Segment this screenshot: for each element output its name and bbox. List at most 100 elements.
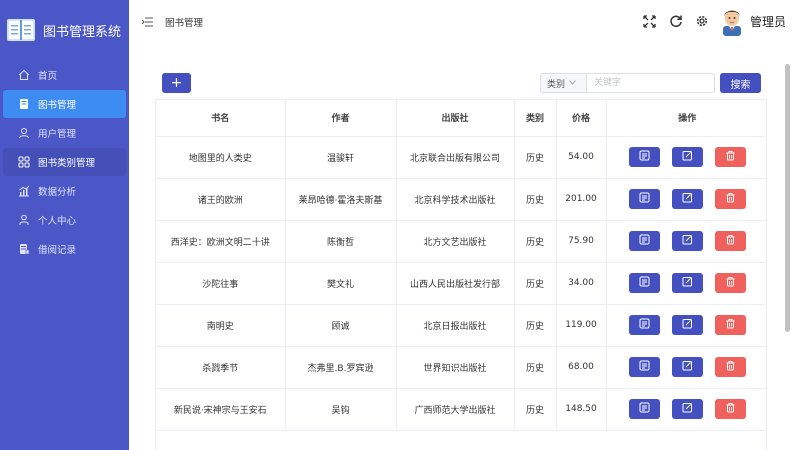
document-icon [639, 276, 650, 290]
cell-price: 201.00 [556, 178, 607, 221]
column-header-price: 价格 [556, 100, 607, 137]
cell-category: 历史 [514, 388, 557, 431]
column-header-category: 类别 [514, 100, 557, 137]
view-detail-button[interactable] [628, 399, 660, 419]
chart-icon [17, 185, 30, 198]
add-book-button[interactable]: + [162, 73, 191, 93]
view-detail-button[interactable] [628, 231, 660, 251]
table-row: 新民说·宋神宗与王安石 吴钩 广西师范大学出版社 历史 148.50 [156, 388, 766, 431]
view-detail-button[interactable] [628, 315, 660, 335]
cell-author: 温骏轩 [285, 136, 397, 179]
view-detail-button[interactable] [628, 357, 660, 377]
table-row: 西洋史：欧洲文明二十讲 陈衡哲 北方文艺出版社 历史 75.90 [156, 220, 767, 263]
delete-button[interactable] [714, 147, 746, 167]
cell-price: 75.90 [556, 220, 607, 263]
cell-publisher: 北京联合出版有限公司 [396, 136, 515, 179]
delete-button[interactable] [714, 399, 746, 419]
sidebar-item-user-management[interactable]: 用户管理 [3, 119, 126, 147]
edit-icon [682, 192, 693, 206]
cell-author: 陈衡哲 [285, 220, 397, 263]
sidebar-item-profile[interactable]: 个人中心 [3, 206, 126, 234]
search-button[interactable]: 搜索 [720, 73, 761, 93]
cell-publisher: 北京科学技术出版社 [396, 178, 515, 221]
home-icon [17, 69, 30, 82]
scrollbar-thumb[interactable] [785, 64, 790, 332]
sidebar: 图书管理系统 首页 图书管理 用户管理 图书类别管理 数据分析 个人中心 借阅记… [0, 0, 129, 450]
book-logo-icon [7, 17, 35, 43]
sidebar-item-label: 用户管理 [38, 129, 77, 140]
cell-actions [606, 388, 766, 431]
sidebar-item-label: 首页 [38, 71, 58, 82]
user-name[interactable]: 管理员 [750, 13, 786, 30]
edit-button[interactable] [671, 357, 703, 377]
sidebar-item-borrow-records[interactable]: 借阅记录 [3, 235, 126, 263]
row-actions [607, 231, 767, 251]
sidebar-item-book-management[interactable]: 图书管理 [3, 90, 126, 118]
cell-actions [606, 346, 767, 389]
avatar[interactable] [720, 6, 744, 36]
table-row: 沙陀往事 樊文礼 山西人民出版社发行部 历史 34.00 [156, 262, 766, 305]
edit-button[interactable] [671, 399, 703, 419]
menu-collapse-icon[interactable] [141, 16, 153, 28]
edit-button[interactable] [671, 231, 703, 251]
edit-icon [682, 234, 693, 248]
cell-publisher: 北方文艺出版社 [396, 220, 515, 263]
sidebar-item-label: 借阅记录 [38, 245, 77, 256]
view-detail-button[interactable] [628, 189, 660, 209]
view-detail-button[interactable] [628, 273, 660, 293]
cell-actions [606, 178, 767, 221]
cell-author: 樊文礼 [285, 262, 397, 305]
edit-icon [682, 150, 693, 164]
brand: 图书管理系统 [0, 0, 129, 60]
column-header-title: 书名 [156, 100, 286, 137]
cell-title: 地图里的人类史 [156, 136, 286, 179]
sidebar-item-category-management[interactable]: 图书类别管理 [3, 148, 126, 176]
fullscreen-icon[interactable] [642, 13, 658, 29]
cell-publisher: 北京日报出版社 [396, 304, 515, 347]
keyword-input[interactable] [586, 73, 715, 93]
sidebar-item-label: 图书类别管理 [38, 158, 96, 169]
cell-title: 西洋史：欧洲文明二十讲 [156, 220, 286, 263]
trash-icon [725, 150, 736, 164]
cell-title: 杀戮季节 [156, 346, 286, 389]
delete-button[interactable] [714, 231, 746, 251]
document-icon [639, 234, 650, 248]
book-icon [17, 98, 30, 111]
sidebar-item-label: 个人中心 [38, 216, 77, 227]
delete-button[interactable] [714, 273, 746, 293]
category-select[interactable]: 类别 [540, 73, 586, 93]
grid-icon [17, 156, 30, 169]
delete-button[interactable] [714, 357, 746, 377]
user-icon [17, 127, 30, 140]
edit-button[interactable] [671, 315, 703, 335]
refresh-icon[interactable] [668, 13, 684, 29]
settings-icon[interactable] [694, 13, 710, 29]
cell-title: 沙陀往事 [156, 262, 286, 305]
trash-icon [725, 402, 736, 416]
record-icon [17, 243, 30, 256]
header-actions: 管理员 [632, 6, 786, 36]
sidebar-item-label: 数据分析 [38, 187, 77, 198]
delete-button[interactable] [714, 189, 746, 209]
sidebar-item-home[interactable]: 首页 [3, 61, 126, 89]
cell-actions [606, 136, 766, 179]
document-icon [639, 360, 650, 374]
edit-icon [682, 318, 693, 332]
row-actions [607, 357, 767, 377]
edit-button[interactable] [671, 147, 703, 167]
cell-price: 54.00 [556, 136, 607, 179]
cell-price: 68.00 [556, 346, 607, 389]
edit-button[interactable] [671, 189, 703, 209]
cell-category: 历史 [514, 220, 557, 263]
top-header: 图书管理 管理员 [129, 0, 800, 44]
trash-icon [725, 318, 736, 332]
row-actions [607, 189, 767, 209]
cell-actions [606, 262, 766, 305]
cell-category: 历史 [514, 136, 557, 179]
edit-button[interactable] [671, 273, 703, 293]
view-detail-button[interactable] [628, 147, 660, 167]
sidebar-item-data-analysis[interactable]: 数据分析 [3, 177, 126, 205]
cell-price: 34.00 [556, 262, 607, 305]
delete-button[interactable] [714, 315, 746, 335]
table-row: 诸王的欧洲 莱昂哈德·霍洛夫斯基 北京科学技术出版社 历史 201.00 [156, 178, 767, 221]
